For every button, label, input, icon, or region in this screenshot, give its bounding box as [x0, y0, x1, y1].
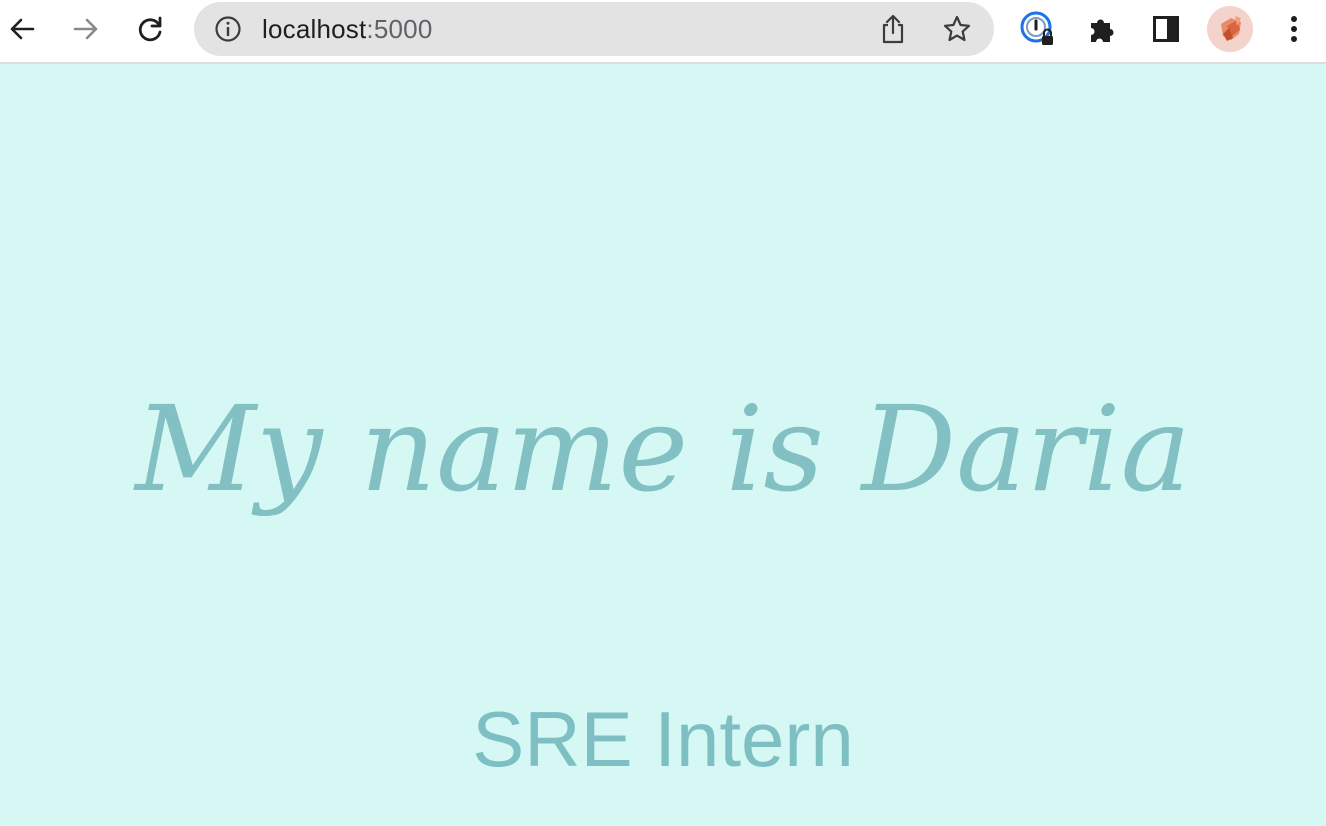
- side-panel-button[interactable]: [1147, 10, 1185, 48]
- profile-avatar[interactable]: [1207, 6, 1253, 52]
- back-arrow-icon: [10, 18, 35, 40]
- extensions-button[interactable]: [1083, 10, 1121, 48]
- back-button[interactable]: [3, 10, 41, 48]
- url-host: localhost: [262, 14, 367, 44]
- star-icon: [943, 15, 971, 42]
- page-heading: My name is Daria: [135, 380, 1191, 518]
- share-button[interactable]: [874, 10, 912, 48]
- page-content: My name is Daria SRE Intern: [0, 64, 1326, 826]
- address-bar[interactable]: localhost:5000: [194, 2, 994, 56]
- password-manager-button[interactable]: [1019, 10, 1057, 48]
- puzzle-piece-icon: [1091, 19, 1114, 42]
- page-subtitle: SRE Intern: [472, 695, 854, 783]
- reload-icon: [138, 16, 162, 42]
- site-info-button[interactable]: [214, 15, 242, 43]
- password-manager-icon: [1020, 11, 1053, 45]
- info-icon: [215, 16, 241, 42]
- browser-menu-button[interactable]: [1275, 10, 1313, 48]
- forward-button[interactable]: [67, 10, 105, 48]
- side-panel-icon: [1153, 16, 1179, 42]
- browser-toolbar: localhost:5000: [0, 0, 1326, 64]
- forward-arrow-icon: [73, 18, 98, 40]
- kebab-menu-icon: [1291, 16, 1297, 42]
- reload-button[interactable]: [131, 10, 169, 48]
- url-text[interactable]: localhost:5000: [262, 14, 433, 44]
- profile-avatar-image: [1207, 6, 1253, 52]
- share-icon: [882, 14, 904, 44]
- bookmark-button[interactable]: [938, 10, 976, 48]
- url-port: :5000: [366, 14, 433, 44]
